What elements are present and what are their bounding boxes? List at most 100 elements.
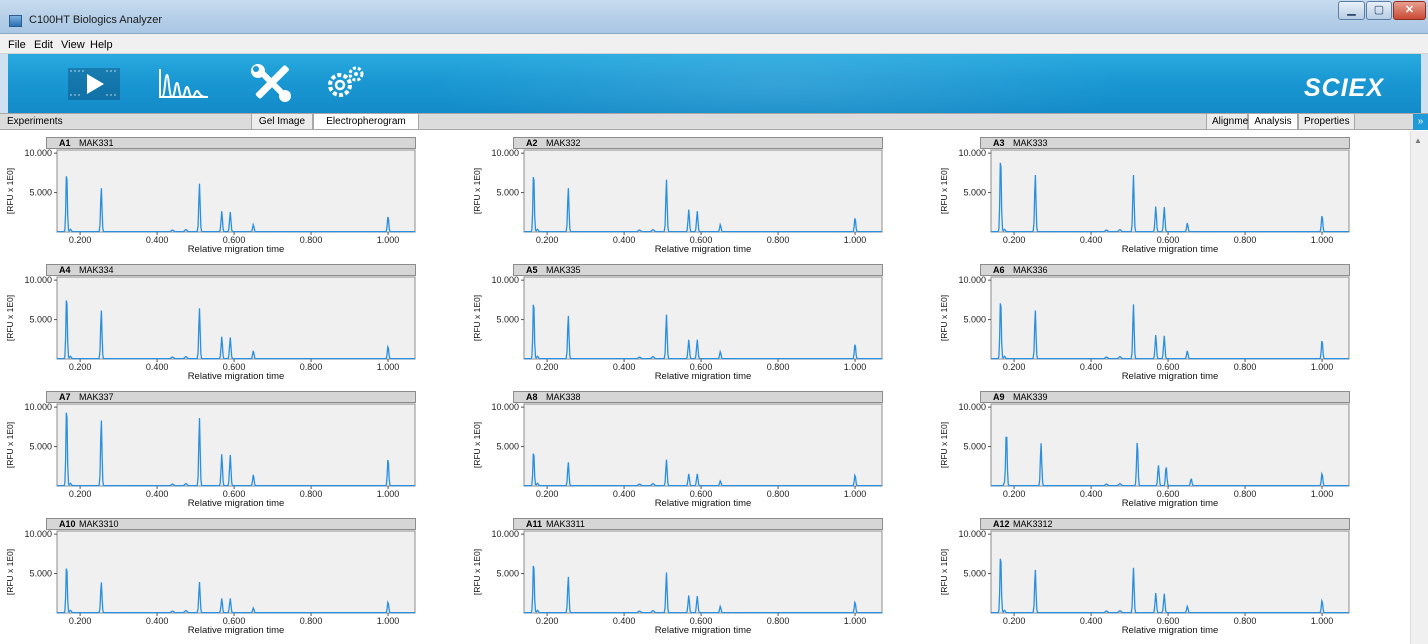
y-tick-label: 5.000	[496, 188, 519, 198]
y-axis-label: [RFU x 1E0]	[472, 549, 482, 595]
y-tick-label: 5.000	[29, 315, 52, 325]
electropherogram-panel-a11[interactable]: 5.000 10.000 0.200 0.400 0.600 0.800 1.000 Rela…	[469, 517, 883, 642]
x-tick-label: 0.200	[536, 235, 559, 245]
panel-title: A4 MAK334	[46, 264, 416, 276]
experiments-panel-label[interactable]: Experiments	[2, 114, 68, 129]
y-tick-label: 10.000	[491, 275, 519, 285]
plot-background	[56, 530, 416, 614]
tab-electropherogram[interactable]: Electropherogram	[313, 114, 419, 129]
x-tick-label: 0.800	[767, 616, 790, 626]
x-tick-label: 0.800	[767, 235, 790, 245]
plot-background	[990, 530, 1350, 614]
x-tick-label: 0.200	[69, 235, 92, 245]
x-tick-label: 1.000	[1311, 616, 1334, 626]
y-tick-label: 5.000	[29, 569, 52, 579]
well-label: A9	[993, 392, 1005, 402]
plot-background	[990, 149, 1350, 233]
electropherogram-panel-a3[interactable]: 5.000 10.000 0.200 0.400 0.600 0.800 1.000 Rela…	[936, 136, 1350, 261]
vertical-scrollbar[interactable]	[1410, 131, 1428, 644]
panel-title: A11 MAK3311	[513, 518, 883, 530]
y-tick-label: 5.000	[29, 442, 52, 452]
well-label: A10	[59, 519, 76, 529]
y-tick-label: 5.000	[963, 188, 986, 198]
electropherogram-plot: 5.00010.0000.200 0.400 0.600 0.800 1.000Rela…	[939, 402, 1350, 509]
x-tick-label: 0.400	[146, 235, 169, 245]
sample-name: MAK331	[79, 138, 114, 148]
tab-alignment[interactable]: Alignment	[1206, 114, 1256, 129]
x-tick-label: 1.000	[1311, 362, 1334, 372]
x-axis-label: Relative migration time	[1122, 371, 1219, 382]
minimize-button[interactable]: ▁	[1338, 1, 1365, 20]
well-label: A11	[526, 519, 543, 529]
electropherogram-plot: 5.00010.0000.200 0.400 0.600 0.800 1.000Rela…	[5, 148, 416, 255]
sample-name: MAK3312	[1013, 519, 1053, 529]
electropherogram-panel-a1[interactable]: 5.000 10.000 0.200 0.400 0.600 0.800 1.000 Rela…	[2, 136, 416, 261]
panel-title: A9 MAK339	[980, 391, 1350, 403]
window-title: C100HT Biologics Analyzer	[29, 14, 163, 26]
sample-name: MAK336	[1013, 265, 1048, 275]
settings-gears-icon[interactable]	[326, 65, 366, 101]
plot-background	[990, 276, 1350, 360]
x-tick-label: 1.000	[377, 489, 400, 499]
electropherogram-panel-a12[interactable]: 5.000 10.000 0.200 0.400 0.600 0.800 1.000 Rela…	[936, 517, 1350, 642]
well-label: A8	[526, 392, 538, 402]
sample-name: MAK3311	[546, 519, 585, 529]
plot-background	[523, 530, 883, 614]
menu-edit[interactable]: Edit	[34, 39, 53, 51]
maximize-button[interactable]: ▢	[1366, 1, 1392, 20]
y-axis-label: [RFU x 1E0]	[5, 549, 15, 595]
tab-properties[interactable]: Properties	[1298, 114, 1355, 129]
electropherogram-plot: 5.00010.0000.200 0.400 0.600 0.800 1.000Rela…	[5, 275, 416, 382]
electropherogram-panel-a10[interactable]: 5.000 10.000 0.200 0.400 0.600 0.800 1.000 Rela…	[2, 517, 416, 642]
window-titlebar[interactable]: C100HT Biologics Analyzer ▁ ▢ ✕	[0, 0, 1428, 34]
menu-file[interactable]: File	[8, 39, 26, 51]
electropherogram-panel-a6[interactable]: 5.000 10.000 0.200 0.400 0.600 0.800 1.000 Rela…	[936, 263, 1350, 388]
tools-icon[interactable]	[250, 63, 294, 103]
electropherogram-plot: 5.00010.0000.200 0.400 0.600 0.800 1.000Rela…	[5, 529, 416, 636]
x-tick-label: 0.200	[1003, 489, 1026, 499]
x-tick-label: 0.800	[1234, 489, 1257, 499]
menu-view[interactable]: View	[61, 39, 85, 51]
x-tick-label: 0.800	[1234, 362, 1257, 372]
sample-name: MAK334	[79, 265, 114, 275]
x-tick-label: 0.400	[1080, 235, 1103, 245]
collapse-panel-button[interactable]: »	[1413, 114, 1428, 130]
electropherogram-panel-a4[interactable]: 5.000 10.000 0.200 0.400 0.600 0.800 1.000 Rela…	[2, 263, 416, 388]
electropherogram-plot: 5.00010.0000.200 0.400 0.600 0.800 1.000Rela…	[939, 148, 1350, 255]
tab-analysis[interactable]: Analysis	[1248, 114, 1298, 129]
electropherogram-panel-a2[interactable]: 5.000 10.000 0.200 0.400 0.600 0.800 1.000 Rela…	[469, 136, 883, 261]
electropherogram-plot: 5.00010.0000.200 0.400 0.600 0.800 1.000Rela…	[472, 402, 883, 509]
electropherogram-panel-a9[interactable]: 5.000 10.000 0.200 0.400 0.600 0.800 1.000 Rela…	[936, 390, 1350, 515]
well-label: A7	[59, 392, 71, 402]
plot-background	[56, 149, 416, 233]
x-tick-label: 0.200	[536, 489, 559, 499]
x-tick-label: 0.800	[300, 616, 323, 626]
y-tick-label: 10.000	[24, 402, 52, 412]
y-axis-label: [RFU x 1E0]	[939, 168, 949, 214]
x-axis-label: Relative migration time	[188, 498, 285, 509]
x-axis-label: Relative migration time	[1122, 498, 1219, 509]
electropherogram-panel-a8[interactable]: 5.000 10.000 0.200 0.400 0.600 0.800 1.000 Rela…	[469, 390, 883, 515]
sciex-logo: SCIEX	[1304, 74, 1385, 102]
close-button[interactable]: ✕	[1393, 1, 1426, 20]
x-tick-label: 1.000	[377, 616, 400, 626]
well-label: A5	[526, 265, 538, 275]
electropherogram-plot: 5.00010.0000.200 0.400 0.600 0.800 1.000Rela…	[939, 529, 1350, 636]
y-tick-label: 10.000	[491, 148, 519, 158]
run-icon[interactable]	[62, 63, 124, 103]
x-tick-label: 0.400	[1080, 362, 1103, 372]
electropherogram-icon[interactable]	[156, 66, 212, 102]
y-axis-label: [RFU x 1E0]	[939, 422, 949, 468]
menu-help[interactable]: Help	[90, 39, 113, 51]
tab-gel-image[interactable]: Gel Image	[251, 114, 313, 129]
scroll-up-arrow-icon[interactable]: ▲	[1414, 136, 1422, 145]
y-axis-label: [RFU x 1E0]	[472, 168, 482, 214]
sample-name: MAK337	[79, 392, 114, 402]
panel-title: A12 MAK3312	[980, 518, 1350, 530]
electropherogram-panel-a7[interactable]: 5.000 10.000 0.200 0.400 0.600 0.800 1.000 Rela…	[2, 390, 416, 515]
panel-title: A1 MAK331	[46, 137, 416, 149]
y-tick-label: 5.000	[963, 315, 986, 325]
y-axis-label: [RFU x 1E0]	[939, 295, 949, 341]
y-axis-label: [RFU x 1E0]	[939, 549, 949, 595]
electropherogram-panel-a5[interactable]: 5.000 10.000 0.200 0.400 0.600 0.800 1.000 Rela…	[469, 263, 883, 388]
